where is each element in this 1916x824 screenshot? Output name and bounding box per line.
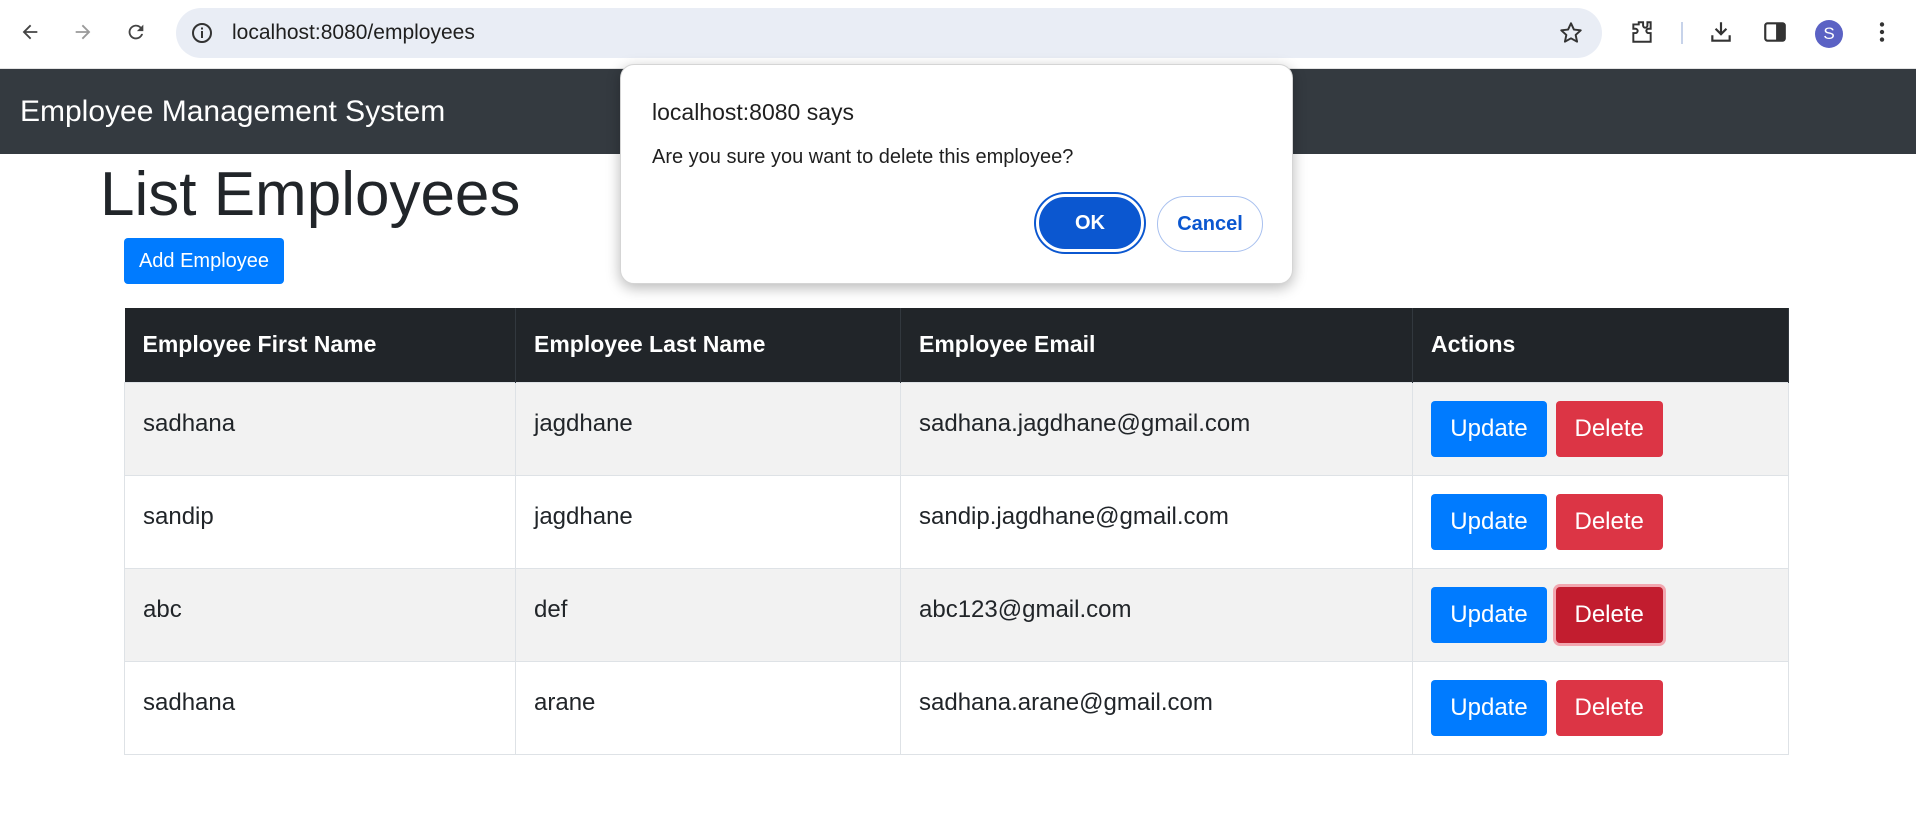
reload-icon [128, 24, 144, 40]
kebab-menu-icon [1879, 22, 1885, 42]
table-row: sandip jagdhane sandip.jagdhane@gmail.co… [124, 474, 1789, 569]
cell-last-name: jagdhane [515, 474, 901, 569]
reload-button[interactable] [118, 14, 154, 50]
delete-button[interactable]: Delete [1555, 400, 1663, 457]
bookmark-star-icon[interactable] [1558, 20, 1584, 46]
add-employee-button[interactable]: Add Employee [124, 238, 284, 284]
extensions-button[interactable] [1626, 16, 1658, 48]
download-icon [1711, 22, 1731, 42]
table-row: sadhana jagdhane sadhana.jagdhane@gmail.… [124, 381, 1789, 476]
delete-button[interactable]: Delete [1555, 493, 1663, 550]
delete-button-focused[interactable]: Delete [1555, 586, 1663, 643]
cell-email: sandip.jagdhane@gmail.com [900, 474, 1413, 569]
forward-button[interactable] [65, 14, 101, 50]
cell-actions: Update Delete [1412, 474, 1789, 569]
cell-email: sadhana.jagdhane@gmail.com [900, 381, 1413, 476]
arrow-right-icon [75, 24, 91, 40]
header-last-name: Employee Last Name [515, 308, 901, 382]
side-panel-icon [1764, 22, 1786, 42]
table-header-row: Employee First Name Employee Last Name E… [124, 308, 1789, 382]
cell-last-name: arane [515, 660, 901, 755]
browser-toolbar: localhost:8080/employees S [0, 0, 1916, 69]
header-first-name: Employee First Name [124, 308, 516, 382]
update-button[interactable]: Update [1431, 493, 1547, 550]
cell-first-name: abc [124, 567, 516, 662]
confirm-dialog: localhost:8080 says Are you sure you wan… [620, 64, 1293, 284]
puzzle-icon [1632, 21, 1652, 43]
employees-table: Employee First Name Employee Last Name E… [124, 308, 1789, 755]
cell-last-name: jagdhane [515, 381, 901, 476]
cell-first-name: sadhana [124, 381, 516, 476]
cell-actions: Update Delete [1412, 567, 1789, 662]
update-button[interactable]: Update [1431, 586, 1547, 643]
profile-avatar[interactable]: S [1815, 20, 1843, 48]
menu-button[interactable] [1866, 16, 1898, 48]
app-brand[interactable]: Employee Management System [20, 69, 445, 154]
header-actions: Actions [1412, 308, 1789, 382]
cell-first-name: sandip [124, 474, 516, 569]
url-text: localhost:8080/employees [232, 21, 475, 44]
cell-actions: Update Delete [1412, 381, 1789, 476]
dialog-message: Are you sure you want to delete this emp… [652, 146, 1074, 168]
table-row: abc def abc123@gmail.com Update Delete [124, 567, 1789, 662]
address-bar[interactable]: localhost:8080/employees [176, 8, 1602, 58]
cell-email: sadhana.arane@gmail.com [900, 660, 1413, 755]
cell-first-name: sadhana [124, 660, 516, 755]
delete-button[interactable]: Delete [1555, 679, 1663, 736]
side-panel-button[interactable] [1759, 16, 1791, 48]
update-button[interactable]: Update [1431, 400, 1547, 457]
dialog-cancel-button[interactable]: Cancel [1157, 196, 1263, 252]
header-email: Employee Email [900, 308, 1413, 382]
back-button[interactable] [12, 14, 48, 50]
dialog-ok-button[interactable]: OK [1036, 194, 1144, 252]
arrow-left-icon [22, 24, 38, 40]
cell-last-name: def [515, 567, 901, 662]
downloads-button[interactable] [1705, 16, 1737, 48]
cell-email: abc123@gmail.com [900, 567, 1413, 662]
update-button[interactable]: Update [1431, 679, 1547, 736]
cell-actions: Update Delete [1412, 660, 1789, 755]
info-icon[interactable] [190, 21, 214, 45]
dialog-title: localhost:8080 says [652, 99, 855, 125]
table-row: sadhana arane sadhana.arane@gmail.com Up… [124, 660, 1789, 755]
page-title: List Employees [100, 160, 521, 229]
toolbar-divider [1681, 22, 1683, 44]
